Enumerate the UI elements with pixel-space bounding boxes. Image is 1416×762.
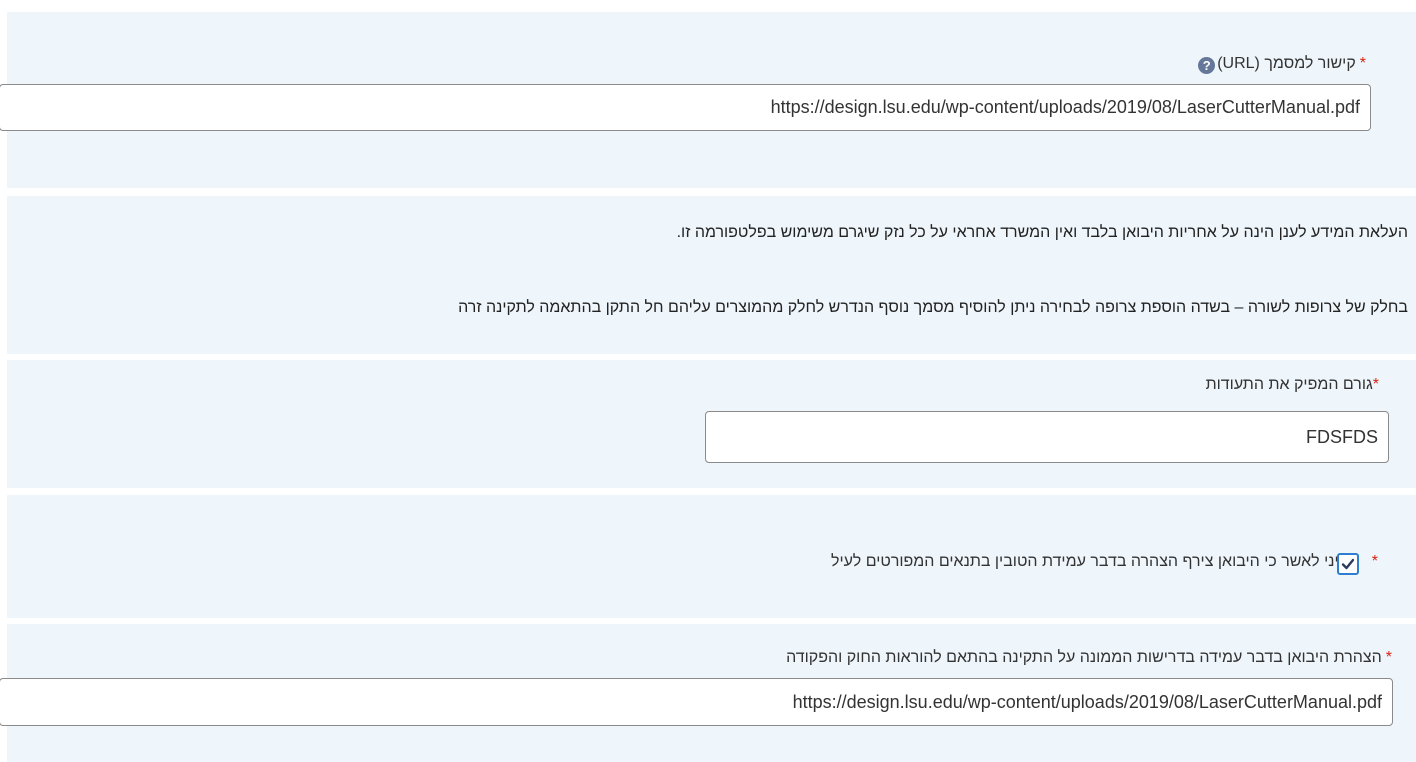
issuer-section: *גורם המפיק את התעודות	[7, 360, 1416, 488]
confirm-label-text: הריני לאשר כי היבואן צירף הצהרה בדבר עמי…	[830, 553, 1358, 570]
required-mark: *	[1359, 55, 1366, 72]
declaration-label-text: הצהרת היבואן בדבר עמידה בדרישות הממונה ע…	[786, 649, 1382, 666]
notice-line-2: בחלק של צרופות לשורה – בשדה הוספת צרופה …	[458, 299, 1408, 316]
required-mark: *	[1385, 649, 1392, 666]
declaration-field-label: *הצהרת היבואן בדבר עמידה בדרישות הממונה …	[786, 649, 1392, 667]
url-section: *קישור למסמך (URL)?	[0, 12, 1416, 188]
declaration-input[interactable]	[0, 678, 1393, 726]
confirm-row: * הריני לאשר כי היבואן צירף הצהרה בדבר ע…	[831, 553, 1378, 571]
notice-section: העלאת המידע לענן הינה על אחריות היבואן ב…	[7, 196, 1416, 354]
help-icon[interactable]: ?	[1198, 57, 1216, 74]
notice-line-1: העלאת המידע לענן הינה על אחריות היבואן ב…	[676, 224, 1408, 241]
url-field-label: *קישור למסמך (URL)?	[1198, 55, 1366, 74]
url-label-text: קישור למסמך (URL)	[1217, 55, 1356, 72]
checkmark-icon	[1341, 558, 1355, 570]
url-input[interactable]	[0, 84, 1371, 131]
issuer-field-label: *גורם המפיק את התעודות	[1206, 376, 1379, 394]
required-mark: *	[1372, 376, 1379, 393]
issuer-input[interactable]	[705, 411, 1389, 463]
confirm-section: * הריני לאשר כי היבואן צירף הצהרה בדבר ע…	[7, 495, 1416, 618]
required-mark: *	[1371, 553, 1378, 570]
confirm-checkbox[interactable]	[1337, 553, 1359, 575]
issuer-label-text: גורם המפיק את התעודות	[1205, 376, 1373, 393]
declaration-section: *הצהרת היבואן בדבר עמידה בדרישות הממונה …	[0, 624, 1416, 762]
